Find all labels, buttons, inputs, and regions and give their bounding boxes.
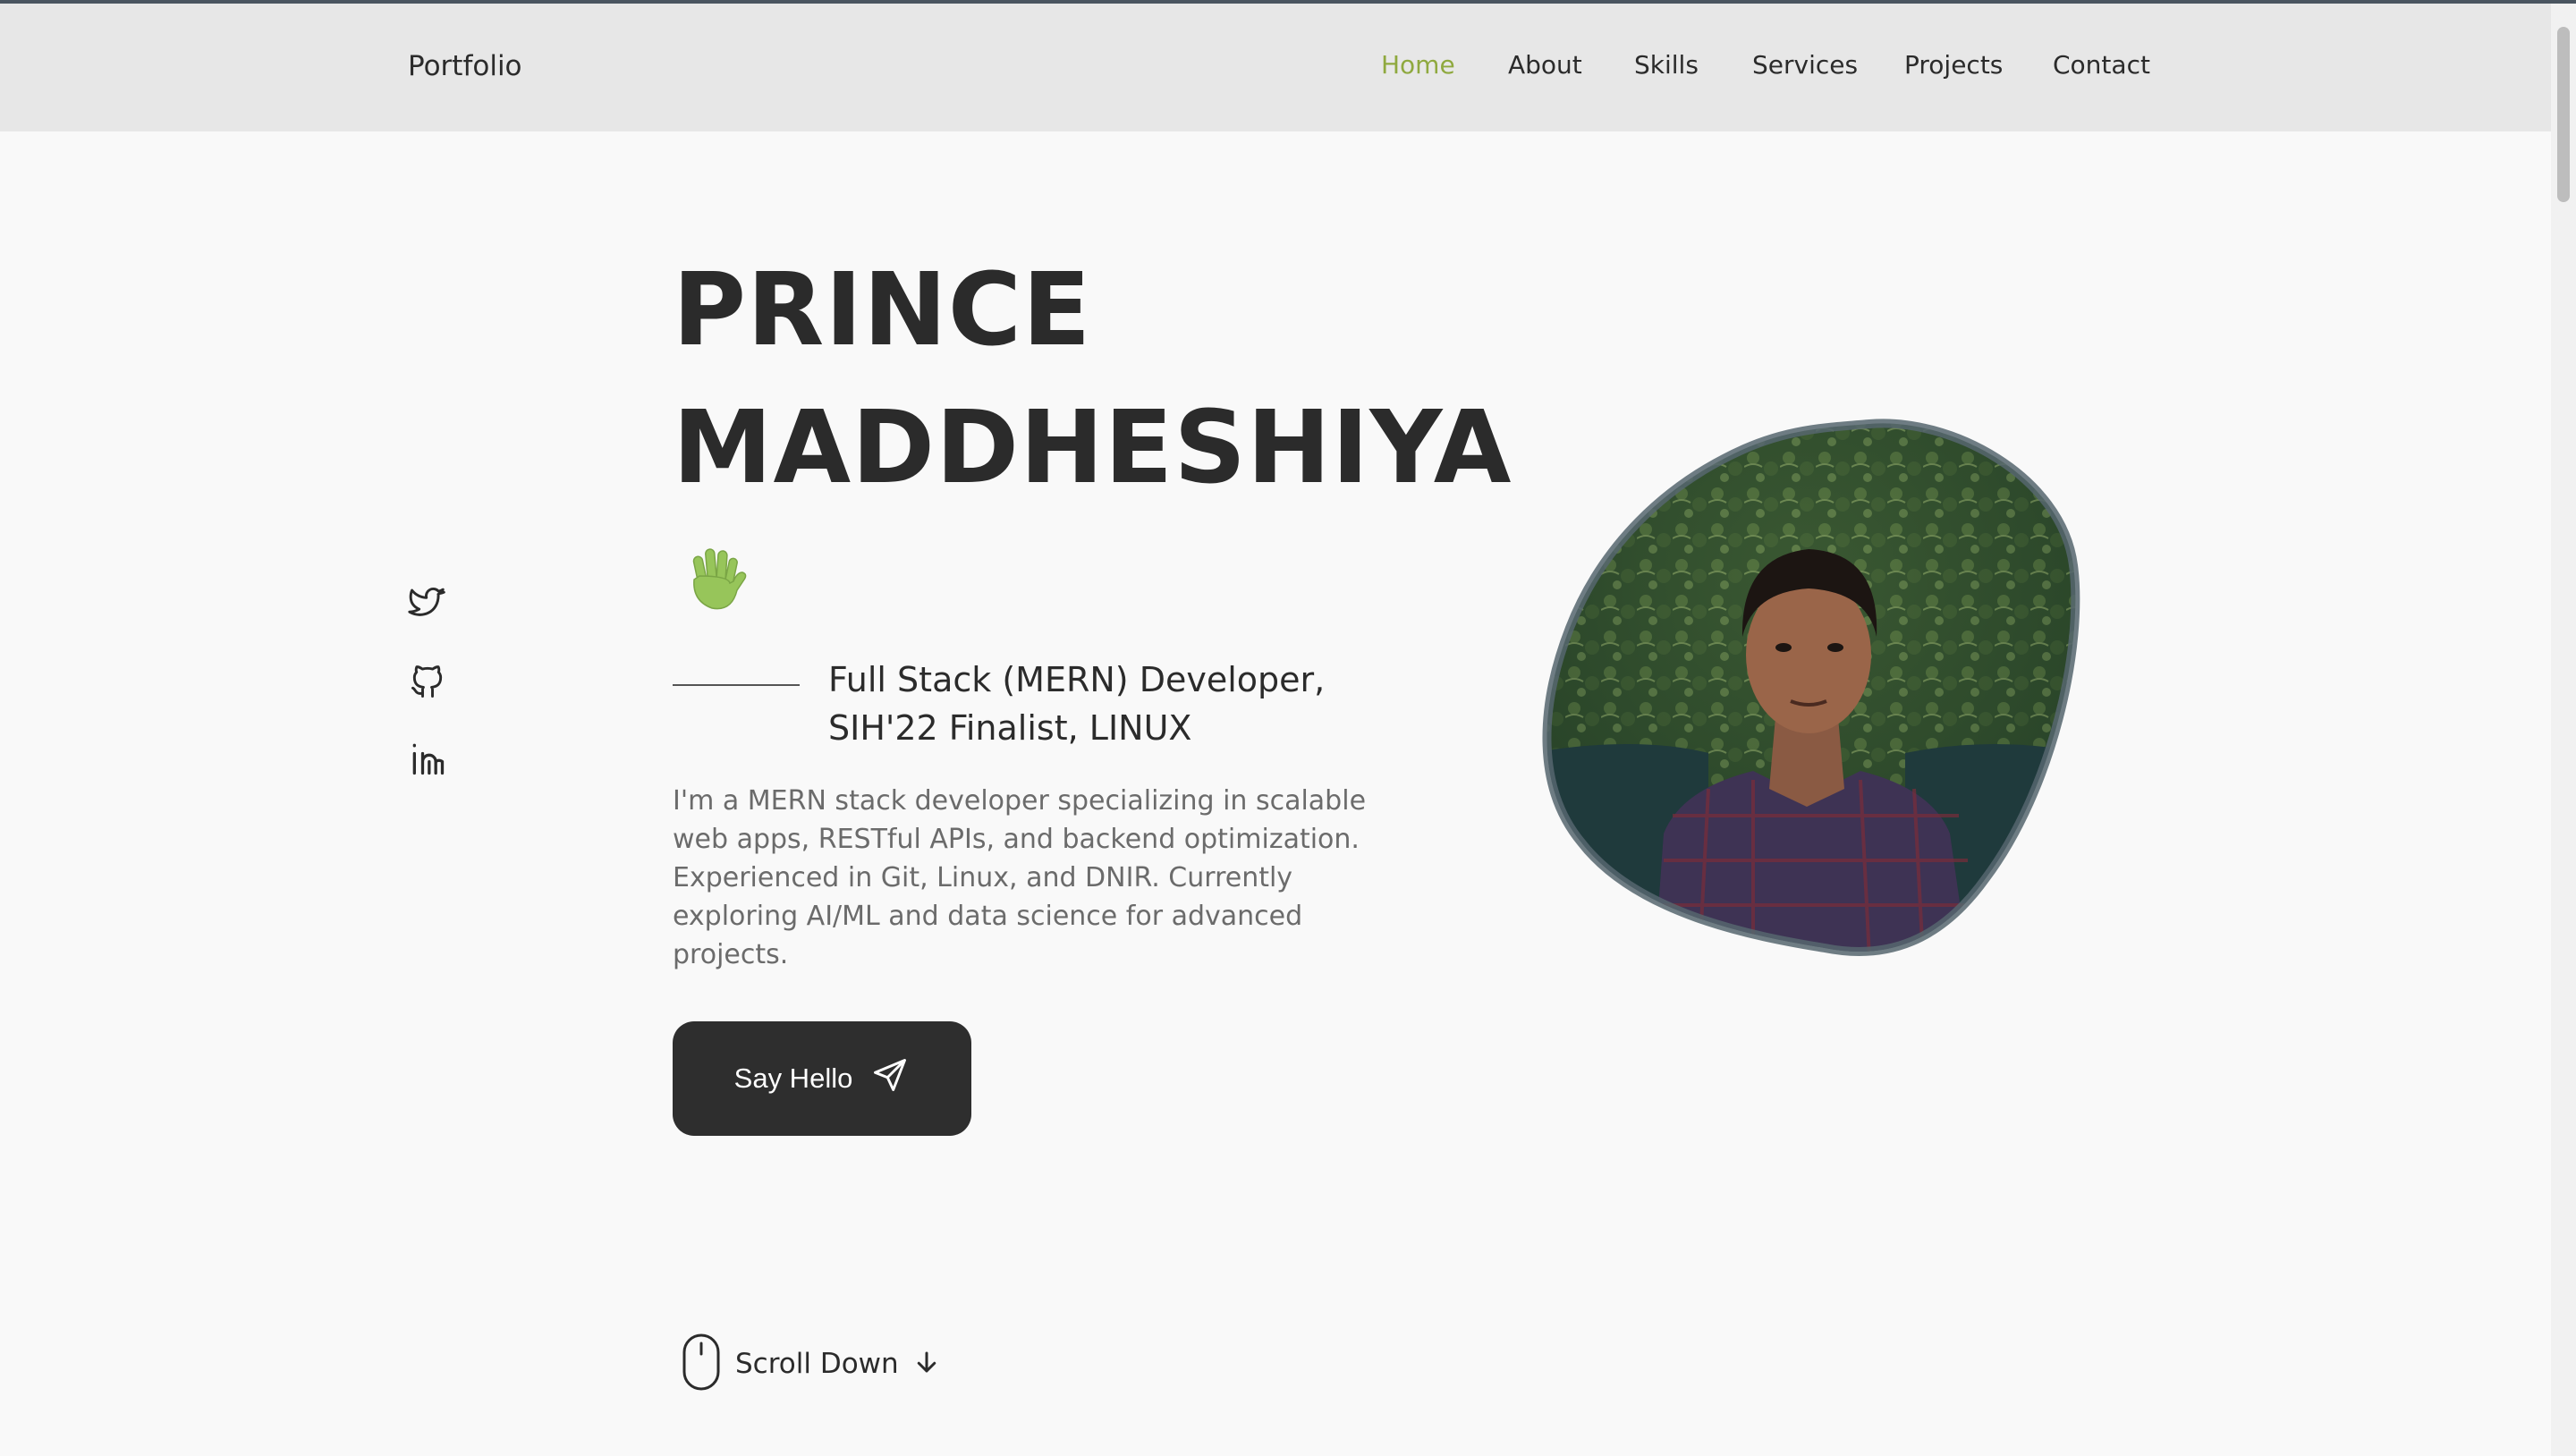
site-header: Portfolio Home About Skills Services Pro…: [0, 4, 2551, 131]
nav-home[interactable]: Home: [1381, 50, 1455, 80]
send-icon: [870, 1055, 910, 1102]
nav-contact[interactable]: Contact: [2053, 50, 2150, 80]
nav-projects[interactable]: Projects: [1904, 50, 2003, 80]
hero-subtitle-line2: SIH'22 Finalist, LINUX: [828, 708, 1192, 748]
hero-subtitle-line1: Full Stack (MERN) Developer,: [828, 660, 1326, 699]
subtitle-divider: [673, 684, 800, 686]
main-nav: Home About Skills Services Projects Cont…: [0, 50, 2551, 86]
say-hello-button[interactable]: Say Hello: [673, 1021, 971, 1136]
say-hello-label: Say Hello: [733, 1062, 853, 1094]
hero-name-line2: MADDHESHIYA: [673, 390, 1513, 506]
waving-hand-icon: [682, 544, 753, 615]
profile-photo: [1530, 413, 2084, 959]
hero-subtitle: Full Stack (MERN) Developer, SIH'22 Fina…: [828, 656, 1383, 752]
scrollbar-track[interactable]: [2551, 4, 2576, 1456]
hero-name-line1: PRINCE: [673, 252, 1092, 368]
nav-services[interactable]: Services: [1752, 50, 1858, 80]
github-icon[interactable]: [408, 662, 447, 701]
twitter-icon[interactable]: [408, 585, 447, 624]
scrollbar-thumb[interactable]: [2557, 27, 2570, 202]
arrow-down-icon: [913, 1349, 940, 1379]
nav-about[interactable]: About: [1508, 50, 1582, 80]
hero-name: PRINCE MADDHESHIYA: [673, 241, 1512, 517]
mouse-icon: [682, 1333, 721, 1395]
scroll-down-link[interactable]: Scroll Down: [682, 1333, 940, 1395]
nav-skills[interactable]: Skills: [1634, 50, 1699, 80]
hero-description: I'm a MERN stack developer specializing …: [673, 785, 1367, 970]
scroll-down-label: Scroll Down: [735, 1348, 899, 1380]
linkedin-icon[interactable]: [408, 739, 447, 778]
